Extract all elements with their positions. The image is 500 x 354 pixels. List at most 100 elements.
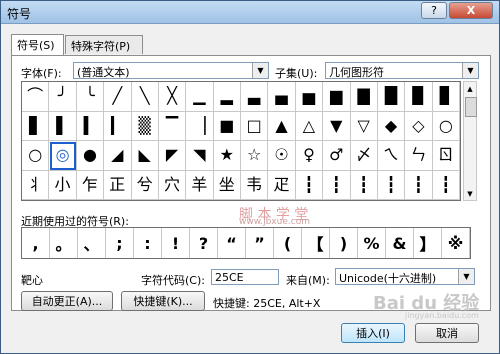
symbol-cell[interactable]: ㄖ <box>432 141 460 171</box>
symbol-cell[interactable]: ▆ <box>323 82 351 112</box>
symbol-cell[interactable]: ▊ <box>432 82 460 112</box>
chevron-down-icon[interactable]: ▼ <box>462 63 478 78</box>
recent-symbol-cell[interactable]: : <box>134 228 162 258</box>
symbol-cell[interactable]: █ <box>377 82 406 112</box>
recent-symbol-cell[interactable]: ※ <box>442 228 470 258</box>
symbol-cell[interactable]: ▇ <box>350 82 378 112</box>
scroll-thumb[interactable] <box>465 97 477 117</box>
char-code-input[interactable]: 25CE <box>211 269 279 285</box>
symbol-cell[interactable]: ╳ <box>158 82 187 112</box>
symbol-cell[interactable]: ▍ <box>76 111 105 141</box>
symbol-cell[interactable]: ┇ <box>377 170 406 200</box>
recent-symbol-cell[interactable]: ; <box>106 228 134 258</box>
symbol-cell[interactable]: ╱ <box>104 82 132 112</box>
chevron-down-icon[interactable]: ▼ <box>458 269 474 284</box>
symbol-cell[interactable]: ▲ <box>268 111 296 141</box>
symbol-cell[interactable]: ◢ <box>104 141 132 171</box>
symbol-cell[interactable]: 兮 <box>131 170 159 200</box>
font-dropdown[interactable]: (普通文本) ▼ <box>73 62 269 79</box>
symbol-cell[interactable]: 疋 <box>268 170 296 200</box>
recent-symbol-cell[interactable]: 【 <box>302 228 330 258</box>
symbol-cell[interactable]: ☉ <box>268 141 296 171</box>
symbol-cell[interactable]: 丬 <box>22 170 50 200</box>
symbol-cell[interactable]: ▒ <box>131 111 159 141</box>
symbol-cell[interactable]: △ <box>295 111 324 141</box>
symbol-cell[interactable]: ▉ <box>405 82 433 112</box>
symbol-cell[interactable]: ◥ <box>186 141 214 171</box>
symbol-cell[interactable]: ╲ <box>131 82 159 112</box>
symbol-cell[interactable]: ◎ <box>49 141 77 171</box>
symbol-cell[interactable]: ┇ <box>405 170 433 200</box>
symbol-cell[interactable]: ◤ <box>158 141 187 171</box>
recent-symbol-cell[interactable]: 。 <box>50 228 78 258</box>
symbol-cell[interactable]: ⌒ <box>22 82 50 112</box>
watermark-baidu-url: jingyan.baidu.com <box>405 311 479 320</box>
symbol-cell[interactable]: 小 <box>49 170 77 200</box>
symbol-cell[interactable]: ▌ <box>49 111 77 141</box>
symbol-cell[interactable]: 正 <box>104 170 132 200</box>
symbol-cell[interactable]: ☆ <box>241 141 269 171</box>
recent-symbol-cell[interactable]: “ <box>218 228 246 258</box>
symbol-cell[interactable]: 穴 <box>158 170 187 200</box>
shortcut-key-button[interactable]: 快捷键(K)... <box>121 291 205 311</box>
recent-symbol-cell[interactable]: ) <box>330 228 358 258</box>
symbol-cell[interactable]: 〆 <box>350 141 378 171</box>
recent-symbol-cell[interactable]: 】 <box>414 228 442 258</box>
symbol-cell[interactable]: ◆ <box>377 111 406 141</box>
recent-symbol-cell[interactable]: ? <box>190 228 218 258</box>
symbol-cell[interactable]: 羊 <box>186 170 214 200</box>
symbol-cell[interactable]: ┇ <box>350 170 378 200</box>
symbol-cell[interactable]: ▂ <box>213 82 241 112</box>
recent-symbol-cell[interactable]: & <box>386 228 414 258</box>
symbol-cell[interactable]: ┇ <box>323 170 351 200</box>
insert-button[interactable]: 插入(I) <box>341 323 405 343</box>
recent-symbol-cell[interactable]: , <box>22 228 50 258</box>
symbol-cell[interactable]: 坐 <box>213 170 241 200</box>
help-button[interactable]: ? <box>421 2 447 19</box>
subset-dropdown[interactable]: 几何图形符 ▼ <box>325 62 479 79</box>
scroll-up-icon[interactable]: ▲ <box>464 82 476 95</box>
symbol-cell[interactable]: □ <box>241 111 269 141</box>
symbol-cell[interactable]: ■ <box>213 111 241 141</box>
recent-symbol-cell[interactable]: 、 <box>78 228 106 258</box>
symbol-cell[interactable]: ○ <box>432 111 460 141</box>
scroll-down-icon[interactable]: ▼ <box>464 187 476 200</box>
symbol-cell[interactable]: ◇ <box>405 111 433 141</box>
symbol-cell[interactable]: ▎ <box>104 111 132 141</box>
from-dropdown[interactable]: Unicode(十六进制) ▼ <box>335 268 475 285</box>
symbol-cell[interactable]: ╰ <box>76 82 105 112</box>
recent-symbol-cell[interactable]: % <box>358 228 386 258</box>
symbol-cell[interactable]: ▕ <box>186 111 214 141</box>
symbol-cell[interactable]: ┇ <box>432 170 460 200</box>
symbol-cell[interactable]: ▼ <box>323 111 351 141</box>
symbol-cell[interactable]: 韦 <box>241 170 269 200</box>
symbol-cell[interactable]: ★ <box>213 141 241 171</box>
cancel-button[interactable]: 取消 <box>415 323 479 343</box>
symbol-cell[interactable]: ♀ <box>295 141 324 171</box>
symbol-cell[interactable]: ● <box>76 141 105 171</box>
symbol-cell[interactable]: ◣ <box>131 141 159 171</box>
recent-symbol-cell[interactable]: ! <box>162 228 190 258</box>
symbol-cell[interactable]: ▽ <box>350 111 378 141</box>
symbol-cell[interactable]: ▅ <box>295 82 324 112</box>
tab-symbols[interactable]: 符号(S) <box>11 34 64 55</box>
symbol-cell[interactable]: ▄ <box>268 82 296 112</box>
symbol-cell[interactable]: 乍 <box>76 170 105 200</box>
recent-symbol-cell[interactable]: ” <box>246 228 274 258</box>
symbol-cell[interactable]: ┇ <box>295 170 324 200</box>
symbol-cell[interactable]: ○ <box>22 141 50 171</box>
chevron-down-icon[interactable]: ▼ <box>252 63 268 78</box>
symbol-cell[interactable]: ▔ <box>158 111 187 141</box>
symbol-cell[interactable]: ㄣ <box>405 141 433 171</box>
close-button[interactable]: X <box>449 2 493 19</box>
tab-special-characters[interactable]: 特殊字符(P) <box>65 35 143 54</box>
autocorrect-button[interactable]: 自动更正(A)... <box>21 291 113 311</box>
symbol-cell[interactable]: ♂ <box>323 141 351 171</box>
symbol-cell[interactable]: ㄟ <box>377 141 406 171</box>
symbol-grid-scrollbar[interactable]: ▲ ▼ <box>463 81 477 201</box>
symbol-cell[interactable]: ▋ <box>22 111 50 141</box>
symbol-cell[interactable]: ▃ <box>241 82 269 112</box>
recent-symbol-cell[interactable]: ( <box>274 228 302 258</box>
symbol-cell[interactable]: ╯ <box>49 82 77 112</box>
symbol-cell[interactable]: ▁ <box>186 82 214 112</box>
